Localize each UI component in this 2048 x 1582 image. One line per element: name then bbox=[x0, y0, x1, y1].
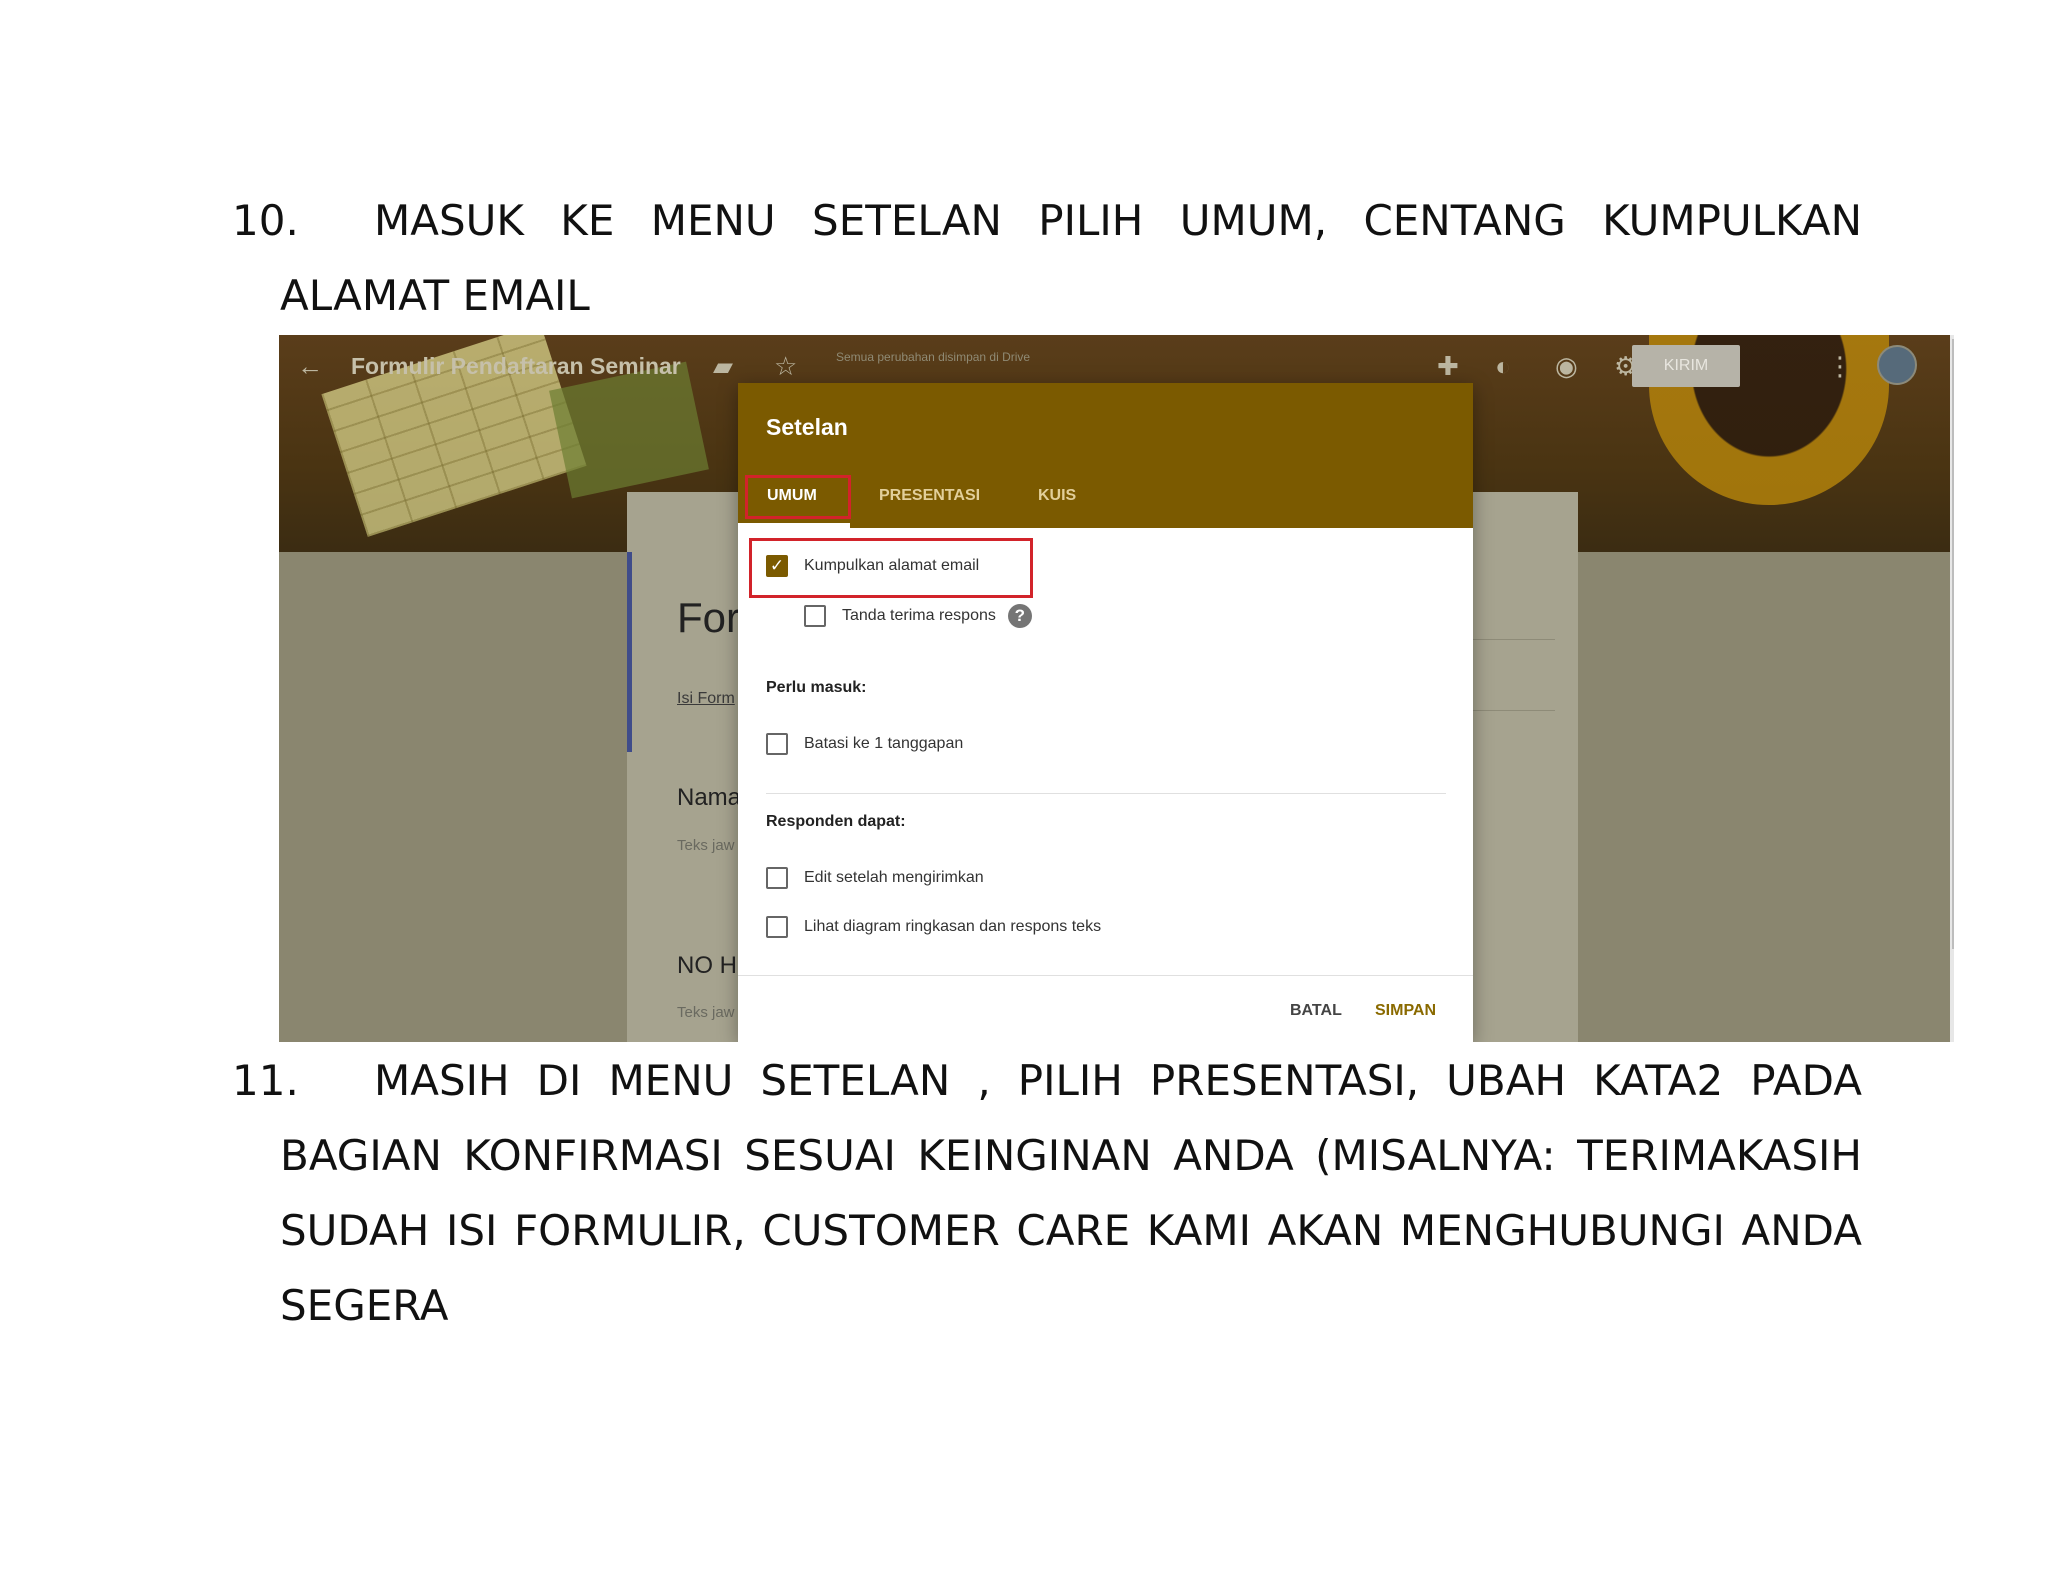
option-label: Tanda terima respons bbox=[842, 607, 996, 624]
palette-icon[interactable]: ◐ bbox=[1495, 351, 1511, 381]
highlight-box-tab bbox=[745, 475, 851, 519]
option-edit-after-submit[interactable]: Edit setelah mengirimkan bbox=[766, 867, 984, 889]
divider bbox=[738, 975, 1473, 976]
send-button[interactable]: KIRIM bbox=[1632, 345, 1740, 387]
step-number: 11. bbox=[232, 1056, 299, 1105]
avatar[interactable] bbox=[1877, 345, 1917, 385]
scrollbar[interactable] bbox=[1950, 335, 1954, 1042]
option-limit-one-response[interactable]: Batasi ke 1 tanggapan bbox=[766, 733, 963, 755]
form-card-accent bbox=[627, 552, 632, 752]
option-label: Edit setelah mengirimkan bbox=[804, 869, 984, 886]
addons-puzzle-icon[interactable]: ✚ bbox=[1437, 351, 1459, 381]
checkbox-icon[interactable] bbox=[804, 605, 826, 627]
more-vert-icon[interactable]: ⋮ bbox=[1827, 351, 1853, 381]
divider bbox=[766, 793, 1446, 794]
option-see-summary[interactable]: Lihat diagram ringkasan dan respons teks bbox=[766, 916, 1101, 938]
form-title-fragment: For bbox=[677, 594, 740, 641]
dialog-header: Setelan UMUM PRESENTASI KUIS bbox=[738, 383, 1473, 528]
step-text-line1: MASIH DI MENU SETELAN , PILIH PRESENTASI… bbox=[374, 1056, 1862, 1105]
answer-1-placeholder: Teks jaw bbox=[677, 837, 735, 854]
option-collect-email[interactable]: ✓ Kumpulkan alamat email bbox=[766, 555, 979, 577]
cancel-button[interactable]: BATAL bbox=[1290, 1002, 1342, 1020]
active-tab-indicator bbox=[738, 523, 850, 528]
tab-kuis[interactable]: KUIS bbox=[1038, 487, 1076, 505]
option-response-receipts[interactable]: Tanda terima respons ? bbox=[804, 604, 1032, 628]
step-10: 10. MASUK KE MENU SETELAN PILIH UMUM, CE… bbox=[232, 183, 1862, 333]
dialog-title: Setelan bbox=[766, 414, 848, 440]
step-text-rest: BAGIAN KONFIRMASI SESUAI KEINGINAN ANDA … bbox=[280, 1131, 1862, 1330]
folder-icon[interactable]: ▰ bbox=[713, 351, 733, 381]
step-text-line1: MASUK KE MENU SETELAN PILIH UMUM, CENTAN… bbox=[374, 196, 1862, 245]
form-description-fragment: Isi Form bbox=[677, 690, 735, 707]
form-title[interactable]: Formulir Pendaftaran Seminar bbox=[351, 353, 681, 380]
option-label: Batasi ke 1 tanggapan bbox=[804, 735, 964, 752]
section-label-sign-in: Perlu masuk: bbox=[766, 679, 867, 696]
checkbox-icon[interactable] bbox=[766, 867, 788, 889]
tab-presentasi[interactable]: PRESENTASI bbox=[879, 487, 980, 505]
step-11: 11. MASIH DI MENU SETELAN , PILIH PRESEN… bbox=[232, 1043, 1862, 1343]
save-status: Semua perubahan disimpan di Drive bbox=[836, 350, 1031, 364]
google-forms-screenshot: ← Formulir Pendaftaran Seminar ▰ ☆ Semua… bbox=[279, 335, 1954, 1042]
scrollbar-thumb[interactable] bbox=[1952, 339, 1954, 949]
question-1-fragment: Nama bbox=[677, 784, 742, 811]
section-label-respondents: Responden dapat: bbox=[766, 813, 906, 830]
star-icon[interactable]: ☆ bbox=[774, 351, 797, 381]
step-text-line2: ALAMAT EMAIL bbox=[280, 271, 590, 320]
question-2-fragment: NO H bbox=[677, 952, 737, 979]
checkbox-icon[interactable] bbox=[766, 916, 788, 938]
settings-dialog: Setelan UMUM PRESENTASI KUIS ✓ Kumpulkan… bbox=[738, 383, 1473, 1042]
option-label: Lihat diagram ringkasan dan respons teks bbox=[804, 918, 1102, 935]
option-label: Kumpulkan alamat email bbox=[804, 557, 980, 574]
back-arrow-icon[interactable]: ← bbox=[297, 351, 323, 381]
preview-eye-icon[interactable]: ◉ bbox=[1555, 351, 1578, 381]
checkbox-checked-icon[interactable]: ✓ bbox=[766, 555, 788, 577]
help-icon[interactable]: ? bbox=[1007, 604, 1032, 628]
step-number: 10. bbox=[232, 196, 299, 245]
answer-2-placeholder: Teks jaw bbox=[677, 1004, 735, 1021]
save-button[interactable]: SIMPAN bbox=[1375, 1002, 1436, 1020]
checkbox-icon[interactable] bbox=[766, 733, 788, 755]
